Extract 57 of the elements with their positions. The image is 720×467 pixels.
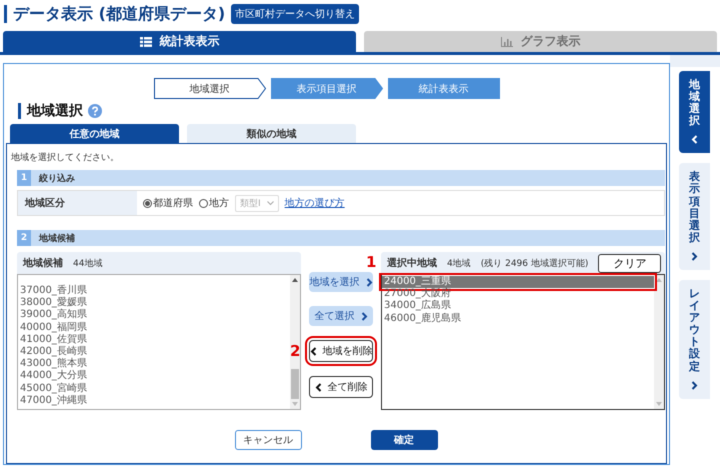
view-tab[interactable]: 統計表表示 xyxy=(3,31,356,52)
scrollbar-thumb[interactable] xyxy=(291,369,299,399)
sub-tab[interactable]: 任意の地域 xyxy=(10,124,179,143)
step-item: 表示項目選択 xyxy=(270,78,382,99)
list-option[interactable]: 45000_宮崎県 xyxy=(18,382,290,395)
side-tab[interactable]: 地域選択 xyxy=(679,71,710,154)
chevron-icon xyxy=(314,382,322,392)
list-option[interactable]: 42000_長崎県 xyxy=(18,346,290,358)
chevron-icon xyxy=(691,380,698,390)
step-item: 統計表表示 xyxy=(388,78,500,99)
page-title: データ表示 (都道府県データ) xyxy=(4,5,226,23)
section-title: 地域選択 xyxy=(18,103,83,119)
scrollbar[interactable] xyxy=(654,275,664,409)
list-option[interactable]: 37000_香川県 xyxy=(18,285,290,298)
callout-number: 1 xyxy=(366,256,376,268)
list-option[interactable]: 39000_高知県 xyxy=(18,309,290,322)
list-option[interactable]: 38000_愛媛県 xyxy=(18,297,290,310)
cancel-button[interactable]: キャンセル xyxy=(234,430,302,450)
scrollbar[interactable] xyxy=(290,275,300,409)
chevron-icon xyxy=(691,252,698,261)
step-item: 地域選択 xyxy=(154,78,266,99)
list-icon xyxy=(140,36,152,46)
caret-icon xyxy=(266,200,274,206)
bar-chart-icon xyxy=(500,36,512,46)
chevron-icon xyxy=(691,135,698,144)
list-option[interactable]: 47000_沖縄県 xyxy=(18,394,290,408)
list-option[interactable]: 34000_広島県 xyxy=(382,300,654,313)
instruction-text: 地域を選択してください。 xyxy=(11,152,120,164)
section-header: 1 絞り込み xyxy=(17,170,665,186)
chevron-icon xyxy=(310,346,316,356)
radio-option[interactable]: 地方 xyxy=(199,196,229,210)
clear-button[interactable]: クリア xyxy=(598,254,662,272)
radio-option[interactable]: 都道府県 xyxy=(143,196,193,210)
list-header: 地域候補 44地域 xyxy=(17,252,301,274)
help-link[interactable]: 地方の選び方 xyxy=(284,196,345,210)
list-option[interactable]: 43000_熊本県 xyxy=(18,358,290,370)
list-header: 選択中地域 4地域 (残り 2496 地域選択可能) クリア xyxy=(381,252,665,274)
section-header: 2 地域候補 xyxy=(17,230,665,246)
scroll-up-icon[interactable] xyxy=(292,278,298,282)
list-option[interactable]: 41000_佐賀県 xyxy=(18,334,290,346)
chevron-icon xyxy=(366,278,372,286)
list-option[interactable]: 44000_大分県 xyxy=(18,370,290,383)
chevron-icon xyxy=(360,312,368,320)
callout-number: 2 xyxy=(290,342,300,360)
scroll-up-icon[interactable] xyxy=(656,278,662,282)
help-icon[interactable] xyxy=(88,104,102,118)
list-option[interactable]: 27000_大阪府 xyxy=(382,288,654,300)
confirm-button[interactable]: 確定 xyxy=(370,430,438,450)
switch-data-button[interactable]: 市区町村データへ切り替え xyxy=(231,4,360,24)
transfer-button[interactable]: 全て削除 xyxy=(309,376,373,398)
side-tab[interactable]: 表示項目選択 xyxy=(679,163,710,270)
sub-tab[interactable]: 類似の地域 xyxy=(187,124,356,143)
list-option[interactable]: 24000_三重県 xyxy=(382,276,654,288)
list-option[interactable]: 46000_鹿児島県 xyxy=(382,312,654,325)
field-label: 地域区分 xyxy=(18,191,137,215)
side-tab[interactable]: レイアウト設定 xyxy=(679,280,710,399)
list-option[interactable]: 40000_福岡県 xyxy=(18,322,290,334)
